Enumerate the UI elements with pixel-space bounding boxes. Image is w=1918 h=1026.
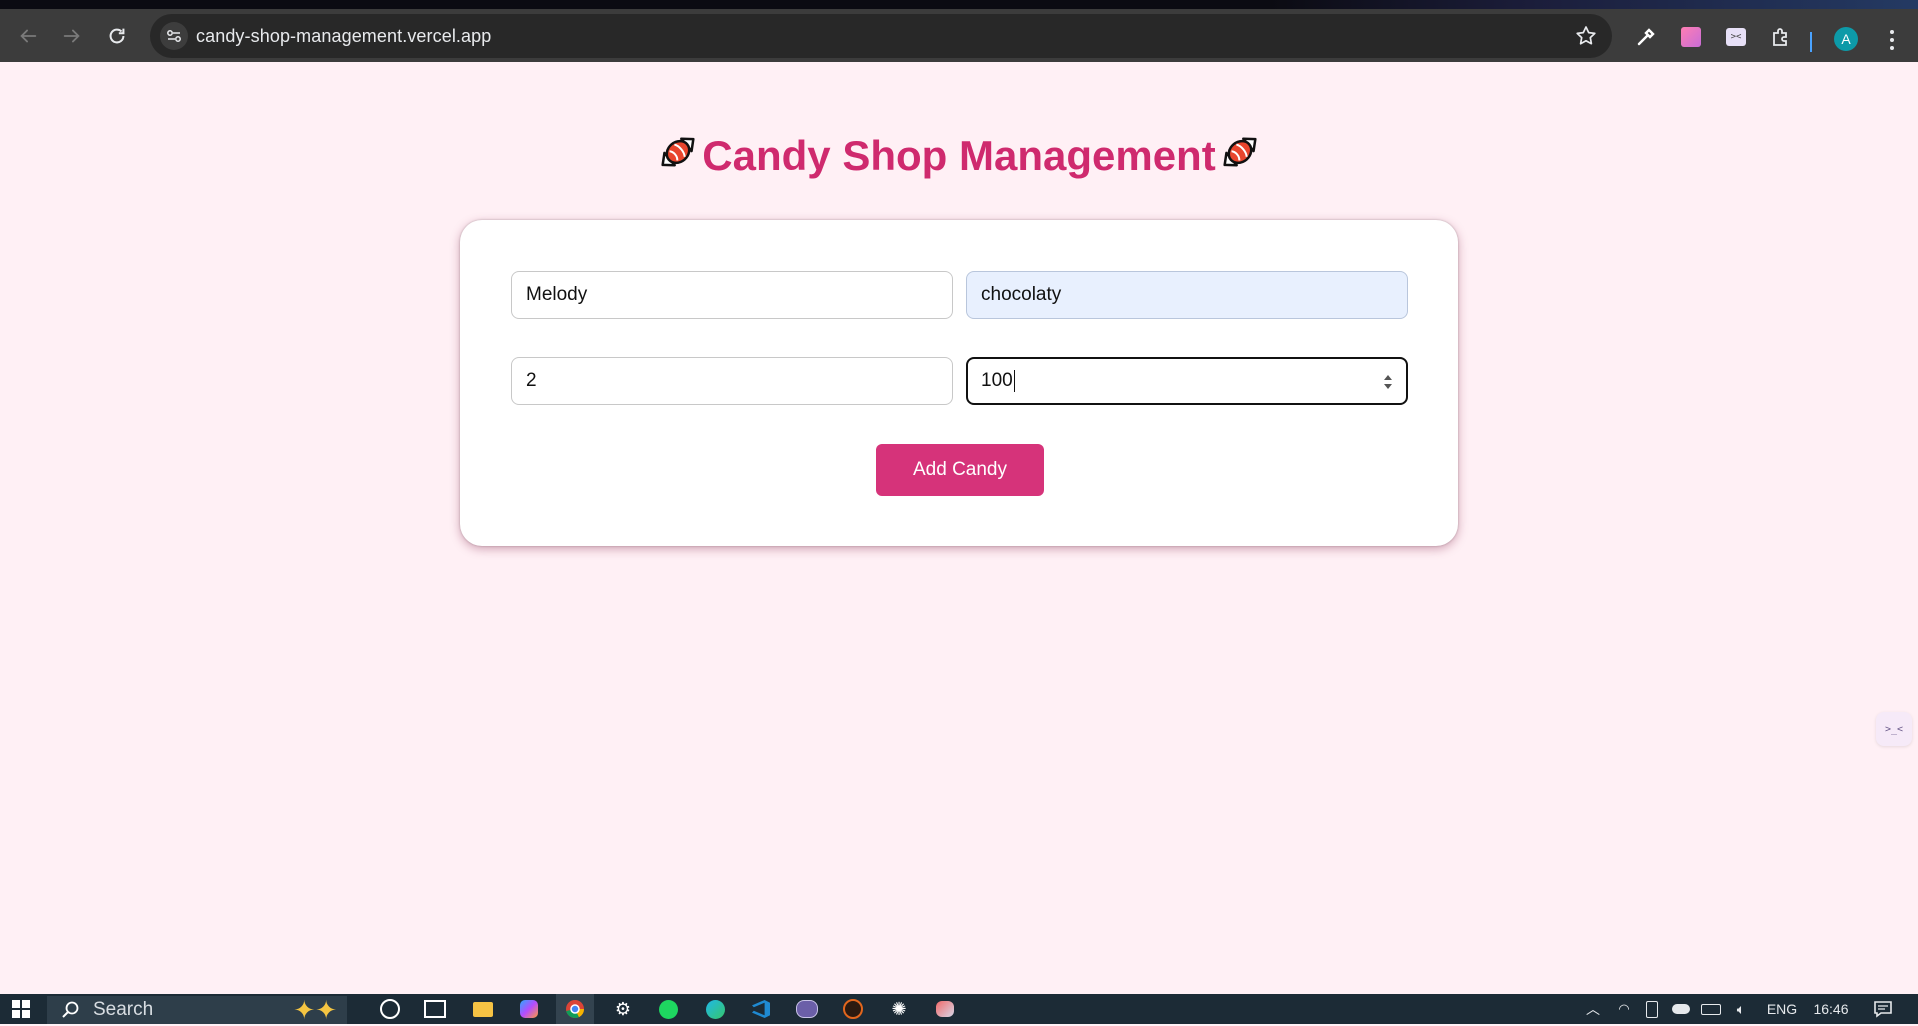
browser-toolbar: candy-shop-management.vercel.app >< A xyxy=(0,9,1918,62)
gradient-extension-icon[interactable] xyxy=(1678,24,1704,50)
app2-icon[interactable] xyxy=(930,994,960,1024)
reload-icon[interactable] xyxy=(103,22,131,50)
candy-quantity-value: 100 xyxy=(981,370,1013,391)
candy-icon xyxy=(1223,137,1257,167)
candy-category-value: chocolaty xyxy=(981,284,1062,305)
eyedropper-icon[interactable] xyxy=(1633,24,1659,50)
clock[interactable]: 16:46 xyxy=(1806,994,1856,1024)
number-spinner-icon[interactable] xyxy=(1382,372,1394,392)
bookmark-star-icon[interactable] xyxy=(1574,24,1598,48)
page-title-text: Candy Shop Management xyxy=(702,132,1216,179)
toolbar-separator xyxy=(1810,32,1812,52)
add-candy-button[interactable]: Add Candy xyxy=(876,444,1044,496)
onedrive-icon[interactable] xyxy=(1668,994,1694,1024)
candy-price-input[interactable]: 2 xyxy=(511,357,953,405)
cortana-icon[interactable] xyxy=(375,994,405,1024)
page-title: Candy Shop Management xyxy=(0,128,1918,180)
notifications-icon[interactable] xyxy=(1866,994,1900,1024)
terminal-extension-icon[interactable]: >< xyxy=(1723,24,1749,50)
vscode-icon[interactable] xyxy=(746,994,776,1024)
more-menu-icon[interactable] xyxy=(1886,27,1898,53)
edge-icon[interactable] xyxy=(700,994,730,1024)
side-extension-widget[interactable]: >_< xyxy=(1876,712,1912,746)
address-bar[interactable]: candy-shop-management.vercel.app xyxy=(150,14,1612,58)
candy-price-value: 2 xyxy=(526,370,537,391)
chatgpt-icon[interactable]: ✺ xyxy=(884,994,914,1024)
search-icon xyxy=(62,1001,79,1018)
tray-chevron-icon[interactable]: ︿ xyxy=(1580,994,1606,1024)
battery-icon[interactable] xyxy=(1698,994,1724,1024)
window-title-strip xyxy=(0,0,1918,9)
terminal-icon[interactable] xyxy=(792,994,822,1024)
candy-name-value: Melody xyxy=(526,284,588,305)
phone-link-icon[interactable] xyxy=(1640,994,1664,1024)
forward-arrow-icon[interactable] xyxy=(58,22,86,50)
copilot-icon[interactable]: ✦✦ xyxy=(293,995,337,1026)
profile-avatar[interactable]: A xyxy=(1834,27,1858,51)
wifi-icon[interactable]: ◠ xyxy=(1612,994,1636,1024)
text-caret xyxy=(1013,370,1015,392)
site-info-icon[interactable] xyxy=(160,22,188,50)
taskbar-search-placeholder: Search xyxy=(93,999,154,1020)
spotify-icon[interactable] xyxy=(653,994,683,1024)
app-icon[interactable] xyxy=(838,994,868,1024)
copilot-app-icon[interactable] xyxy=(514,994,544,1024)
add-candy-form: Melody chocolaty 2 100 Add Candy xyxy=(460,220,1458,546)
candy-category-input[interactable]: chocolaty xyxy=(966,271,1408,319)
file-explorer-icon[interactable] xyxy=(468,994,498,1024)
url-text: candy-shop-management.vercel.app xyxy=(196,26,492,46)
chrome-icon[interactable] xyxy=(556,994,594,1024)
settings-icon[interactable]: ⚙ xyxy=(608,994,638,1024)
taskbar-search-box[interactable]: Search ✦✦ xyxy=(47,995,347,1026)
candy-name-input[interactable]: Melody xyxy=(511,271,953,319)
extensions-puzzle-icon[interactable] xyxy=(1768,24,1794,50)
task-view-icon[interactable] xyxy=(420,994,450,1024)
candy-quantity-input[interactable]: 100 xyxy=(966,357,1408,405)
candy-icon xyxy=(661,137,695,167)
language-indicator[interactable]: ENG xyxy=(1760,994,1804,1024)
volume-icon[interactable]: 🔈︎ xyxy=(1728,994,1754,1024)
back-arrow-icon[interactable] xyxy=(14,22,42,50)
windows-taskbar: Search ✦✦ ⚙ ✺ ︿ ◠ 🔈︎ ENG 16:46 xyxy=(0,994,1918,1026)
windows-start-icon[interactable] xyxy=(8,994,34,1024)
